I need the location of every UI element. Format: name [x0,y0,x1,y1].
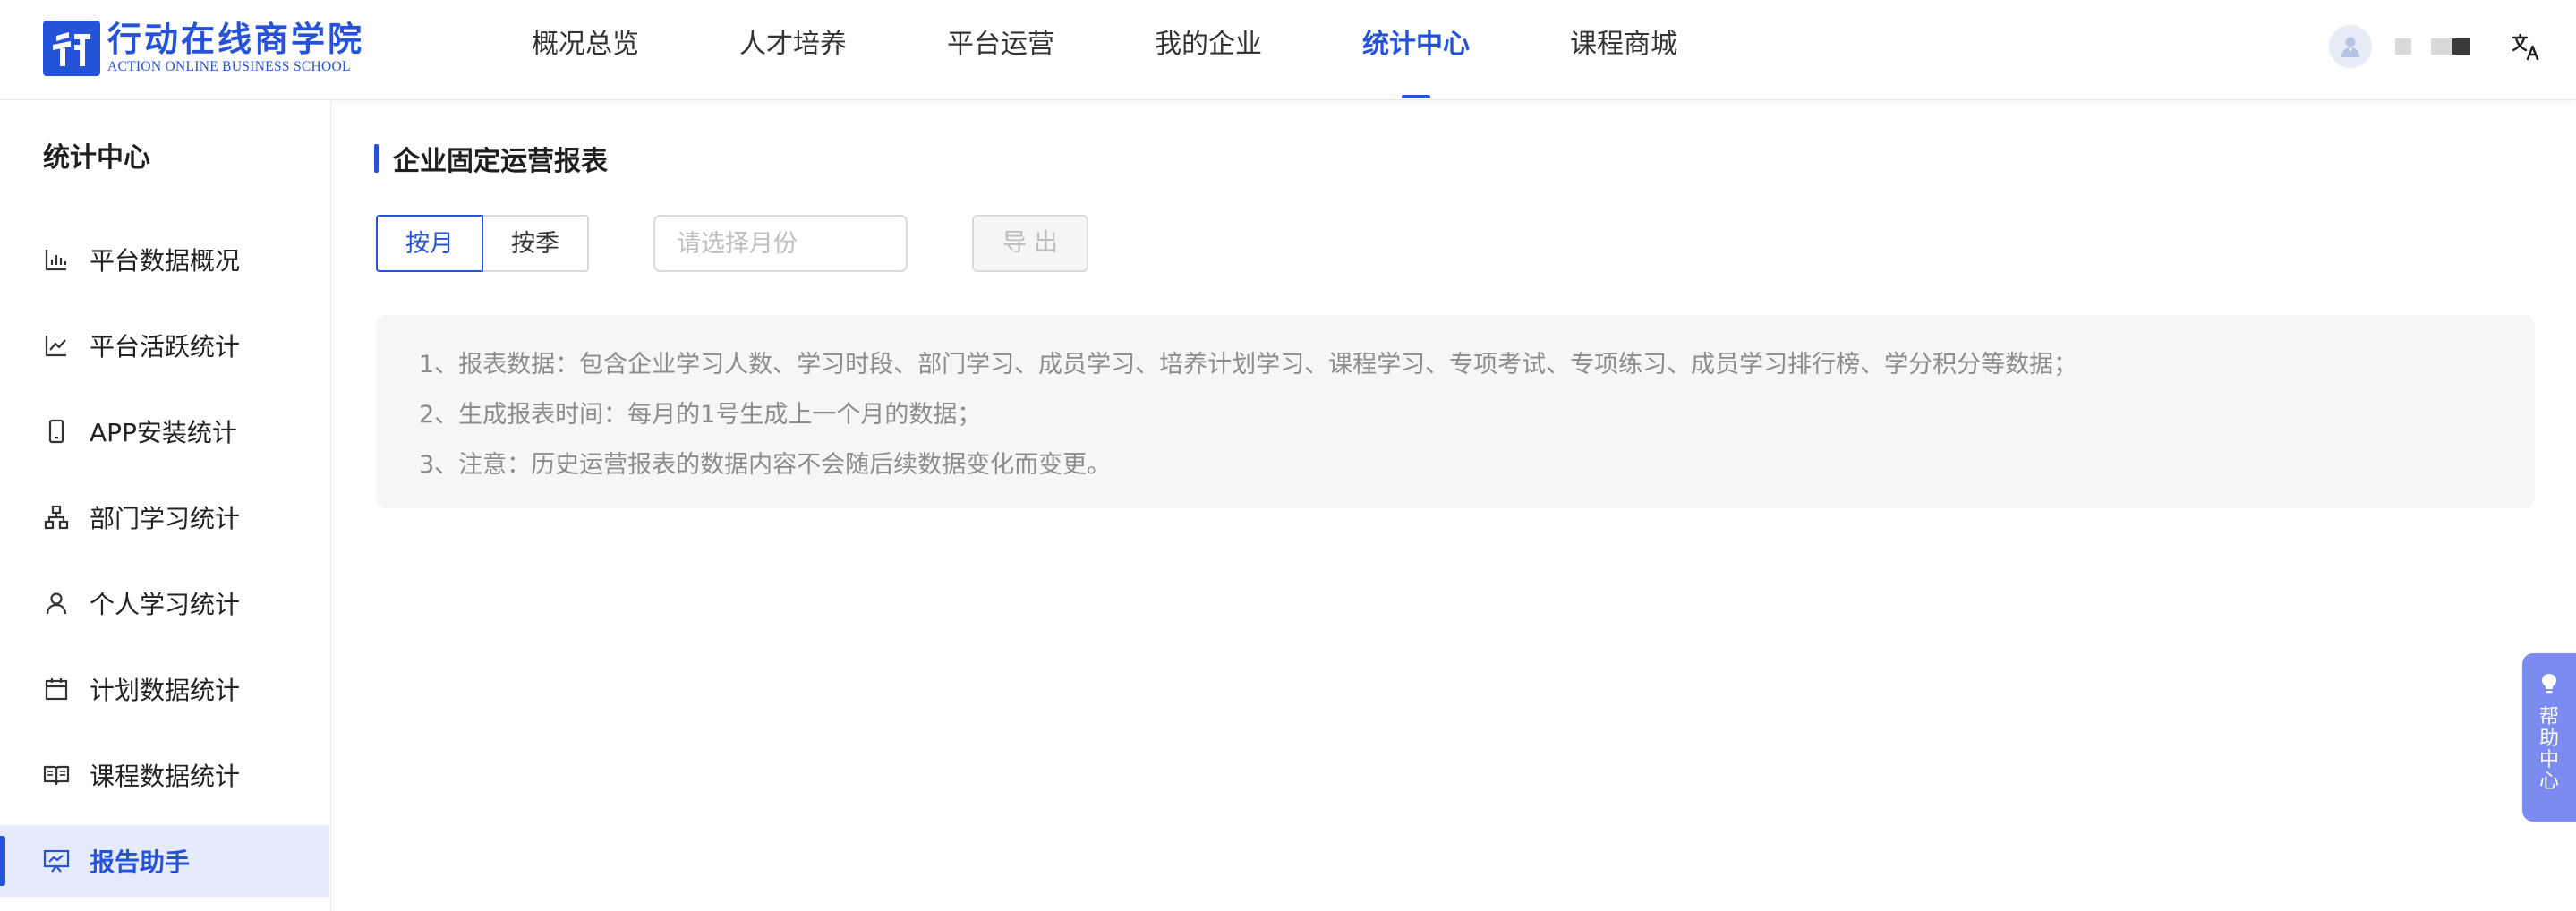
open-book-icon [43,762,70,788]
username-redacted[interactable] [2395,38,2470,55]
nav-item-operations[interactable]: 平台运营 [947,0,1054,100]
sidebar-item-course-stats[interactable]: 课程数据统计 [0,739,329,811]
nav-item-course-mall[interactable]: 课程商城 [1570,0,1677,100]
main-nav: 概况总览 人才培养 平台运营 我的企业 统计中心 课程商城 [532,0,1778,100]
sidebar-item-activity-stats[interactable]: 平台活跃统计 [0,310,329,381]
month-picker[interactable] [653,215,1005,272]
help-center-button[interactable]: 帮助中心 [2522,653,2576,822]
export-button[interactable]: 导出 [972,215,1088,272]
lightbulb-icon [2538,671,2560,700]
note-line: 1、报表数据：包含企业学习人数、学习时段、部门学习、成员学习、培养计划学习、课程… [419,351,2078,379]
sidebar-item-label: 平台数据概况 [90,246,241,276]
brand-name-english: ACTION ONLINE BUSINESS SCHOOL [107,59,351,74]
sidebar-item-plan-stats[interactable]: 计划数据统计 [0,653,329,725]
page-title: 企业固定运营报表 [393,146,608,177]
sidebar-title: 统计中心 [43,142,150,174]
bar-chart-icon [43,246,70,273]
note-line: 3、注意：历史运营报表的数据内容不会随后续数据变化而变更。 [419,451,1112,479]
sidebar-item-label: 计划数据统计 [90,676,241,705]
sidebar-item-report-assistant[interactable]: 报告助手 [0,825,329,897]
header-user-area [2329,23,2544,70]
top-header: 行动在线商学院 ACTION ONLINE BUSINESS SCHOOL 概况… [0,0,2576,100]
translate-icon[interactable] [2508,29,2544,64]
logo-mark-icon [43,21,100,76]
sidebar-item-personal-learning[interactable]: 个人学习统计 [0,567,329,639]
sidebar-item-label: 平台活跃统计 [90,332,241,362]
sidebar-item-label: 个人学习统计 [90,590,241,619]
help-center-label: 帮助中心 [2538,706,2559,793]
report-notes: 1、报表数据：包含企业学习人数、学习时段、部门学习、成员学习、培养计划学习、课程… [376,315,2535,508]
nav-item-statistics[interactable]: 统计中心 [1362,0,1470,100]
line-chart-icon [43,332,70,359]
period-toggle: 按月 按季 [376,215,589,272]
sidebar-menu: 平台数据概况 平台活跃统计 APP安装统计 部门学习统计 个人学习统计 计划数据… [0,224,329,911]
nav-item-overview[interactable]: 概况总览 [532,0,639,100]
by-quarter-button[interactable]: 按季 [483,215,589,272]
user-avatar-icon[interactable] [2329,25,2372,68]
sidebar-item-label: APP安装统计 [90,418,237,447]
calendar-icon [43,676,70,702]
nav-item-my-enterprise[interactable]: 我的企业 [1155,0,1262,100]
sidebar-item-label: 课程数据统计 [90,762,241,791]
report-screen-icon [43,847,70,874]
sidebar-item-department-learning[interactable]: 部门学习统计 [0,481,329,553]
mobile-phone-icon [43,418,70,445]
nav-item-talent[interactable]: 人才培养 [739,0,847,100]
sidebar-item-label: 部门学习统计 [90,504,241,533]
note-line: 2、生成报表时间：每月的1号生成上一个月的数据； [419,401,982,429]
sidebar: 统计中心 平台数据概况 平台活跃统计 APP安装统计 部门学习统计 个人学习统计… [0,100,331,911]
person-icon [43,590,70,617]
by-month-button[interactable]: 按月 [376,215,483,272]
title-accent-bar [374,144,379,173]
sidebar-item-label: 报告助手 [90,847,191,877]
month-input[interactable] [677,229,983,258]
sidebar-item-platform-overview[interactable]: 平台数据概况 [0,224,329,295]
brand-logo[interactable]: 行动在线商学院 ACTION ONLINE BUSINESS SCHOOL [43,20,364,77]
org-tree-icon [43,504,70,531]
main-content: 企业固定运营报表 按月 按季 导出 1、报表数据：包含企业学习人数、学习时段、部… [331,100,2576,911]
brand-name: 行动在线商学院 [107,20,365,59]
section-title: 企业固定运营报表 [374,136,608,181]
sidebar-item-app-install[interactable]: APP安装统计 [0,396,329,467]
